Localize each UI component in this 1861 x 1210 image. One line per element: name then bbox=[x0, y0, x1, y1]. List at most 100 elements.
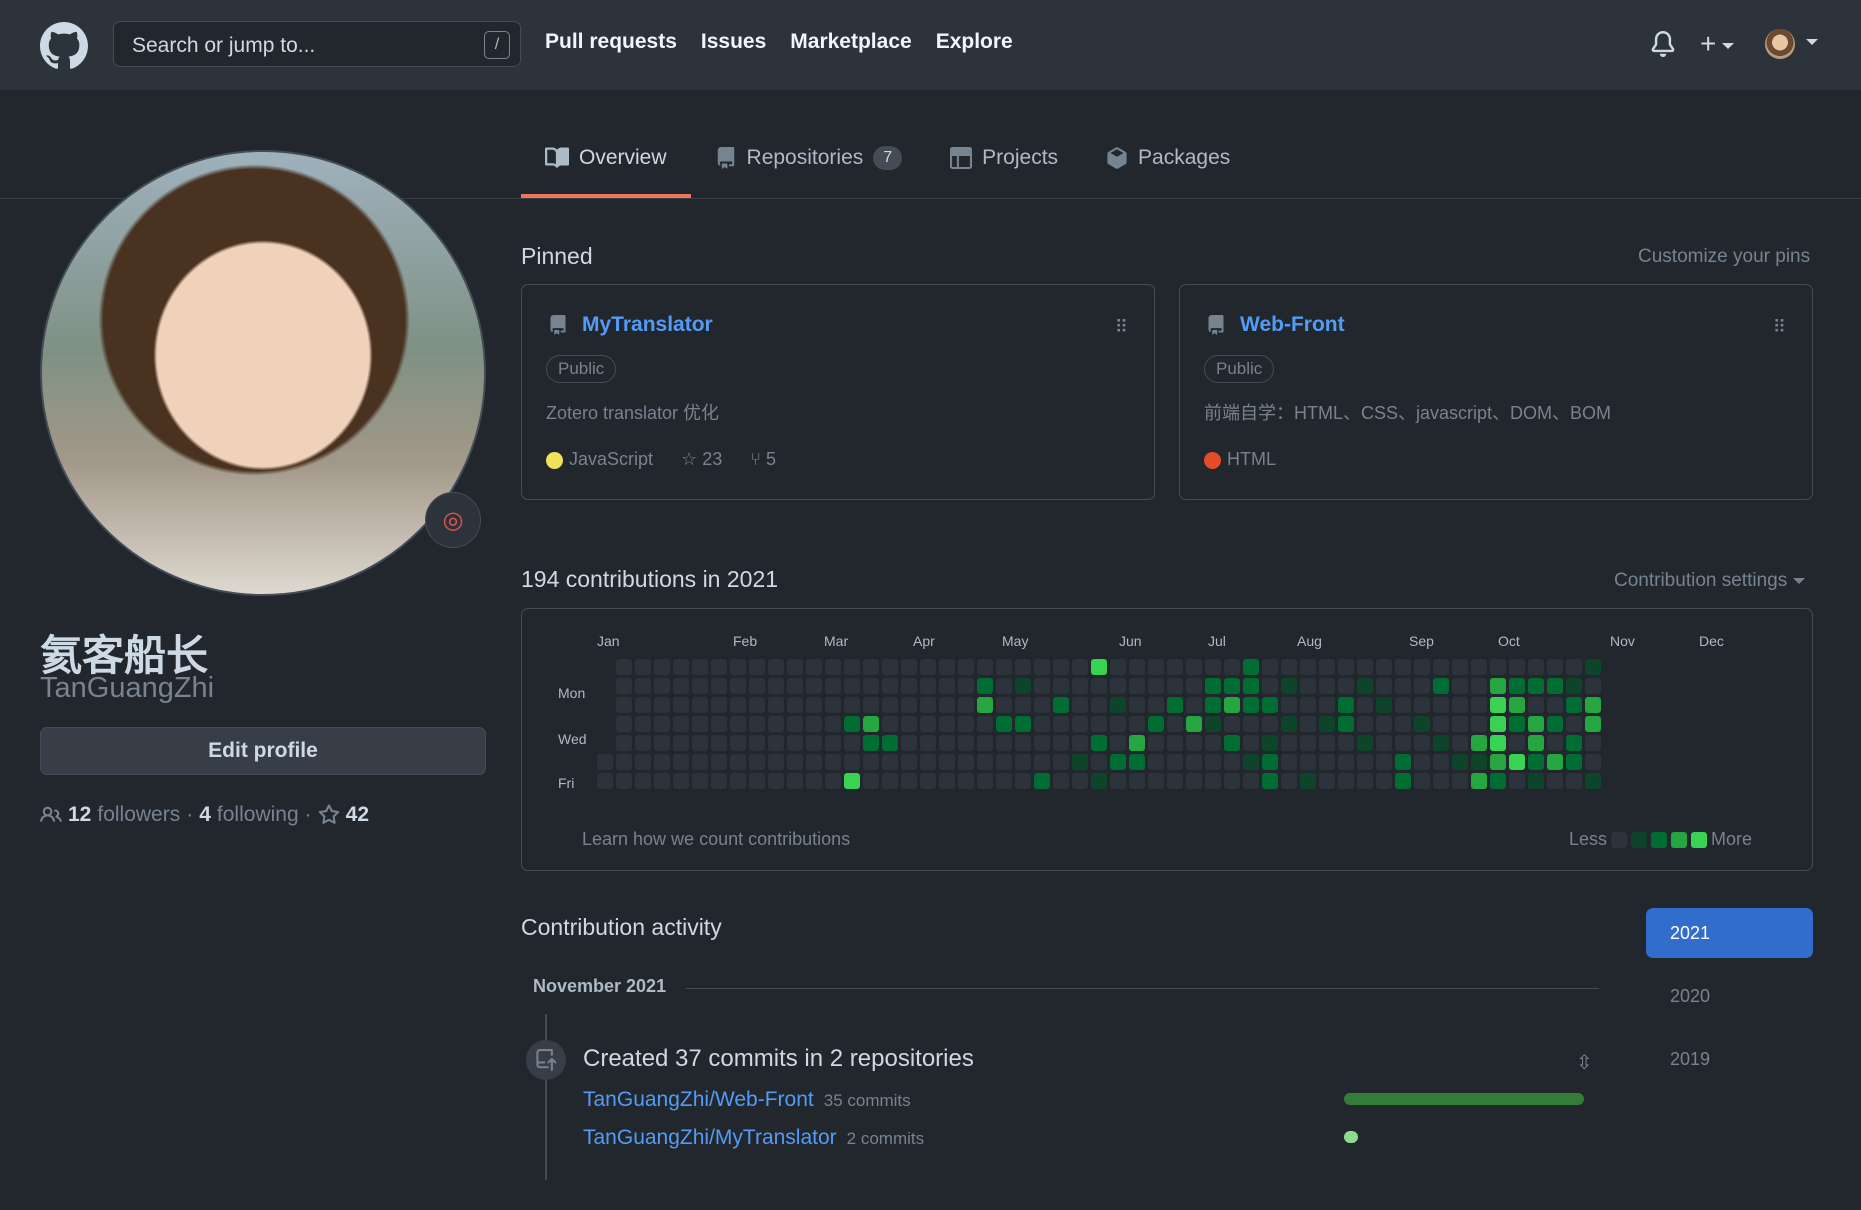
contribution-day[interactable] bbox=[1243, 716, 1259, 732]
contribution-day[interactable] bbox=[635, 735, 651, 751]
contribution-day[interactable] bbox=[1129, 716, 1145, 732]
tab-projects[interactable]: Projects bbox=[926, 136, 1082, 198]
contribution-day[interactable] bbox=[1148, 735, 1164, 751]
contribution-day[interactable] bbox=[1471, 716, 1487, 732]
contribution-day[interactable] bbox=[768, 735, 784, 751]
contribution-day[interactable] bbox=[1243, 697, 1259, 713]
contribution-day[interactable] bbox=[711, 754, 727, 770]
contribution-day[interactable] bbox=[1072, 716, 1088, 732]
contribution-day[interactable] bbox=[616, 697, 632, 713]
contribution-settings-menu[interactable]: Contribution settings bbox=[1614, 570, 1806, 592]
contribution-day[interactable] bbox=[635, 773, 651, 789]
contribution-day[interactable] bbox=[1528, 659, 1544, 675]
contribution-day[interactable] bbox=[920, 773, 936, 789]
contribution-day[interactable] bbox=[1034, 678, 1050, 694]
contribution-day[interactable] bbox=[1319, 659, 1335, 675]
profile-avatar[interactable] bbox=[40, 150, 486, 596]
contribution-day[interactable] bbox=[958, 754, 974, 770]
contribution-day[interactable] bbox=[616, 773, 632, 789]
contribution-day[interactable] bbox=[1224, 716, 1240, 732]
contribution-day[interactable] bbox=[1129, 735, 1145, 751]
contribution-day[interactable] bbox=[635, 659, 651, 675]
contribution-day[interactable] bbox=[711, 773, 727, 789]
contribution-day[interactable] bbox=[844, 697, 860, 713]
contribution-day[interactable] bbox=[844, 754, 860, 770]
contribution-day[interactable] bbox=[1395, 716, 1411, 732]
contribution-day[interactable] bbox=[1338, 659, 1354, 675]
contribution-day[interactable] bbox=[1167, 659, 1183, 675]
contribution-day[interactable] bbox=[730, 659, 746, 675]
tab-repositories[interactable]: Repositories 7 bbox=[691, 136, 927, 198]
contribution-day[interactable] bbox=[977, 754, 993, 770]
contribution-day[interactable] bbox=[1300, 773, 1316, 789]
contribution-day[interactable] bbox=[597, 754, 613, 770]
contribution-day[interactable] bbox=[1015, 735, 1031, 751]
contribution-day[interactable] bbox=[654, 716, 670, 732]
contribution-day[interactable] bbox=[920, 735, 936, 751]
contribution-day[interactable] bbox=[654, 754, 670, 770]
contribution-day[interactable] bbox=[1148, 754, 1164, 770]
contribution-day[interactable] bbox=[616, 716, 632, 732]
contribution-day[interactable] bbox=[977, 659, 993, 675]
contribution-day[interactable] bbox=[882, 735, 898, 751]
contribution-day[interactable] bbox=[1433, 735, 1449, 751]
contribution-day[interactable] bbox=[1585, 697, 1601, 713]
contribution-day[interactable] bbox=[673, 735, 689, 751]
contribution-day[interactable] bbox=[1129, 773, 1145, 789]
contribution-day[interactable] bbox=[806, 735, 822, 751]
contribution-day[interactable] bbox=[863, 678, 879, 694]
contribution-day[interactable] bbox=[787, 659, 803, 675]
contribution-day[interactable] bbox=[1509, 735, 1525, 751]
contribution-day[interactable] bbox=[901, 735, 917, 751]
contribution-day[interactable] bbox=[1186, 659, 1202, 675]
contribution-day[interactable] bbox=[1300, 678, 1316, 694]
contribution-day[interactable] bbox=[1414, 754, 1430, 770]
contribution-day[interactable] bbox=[654, 735, 670, 751]
contribution-day[interactable] bbox=[1376, 773, 1392, 789]
contribution-day[interactable] bbox=[1091, 735, 1107, 751]
edit-profile-button[interactable]: Edit profile bbox=[40, 727, 486, 775]
contribution-day[interactable] bbox=[939, 678, 955, 694]
contribution-day[interactable] bbox=[825, 735, 841, 751]
contribution-day[interactable] bbox=[1243, 659, 1259, 675]
contribution-day[interactable] bbox=[1186, 754, 1202, 770]
contribution-day[interactable] bbox=[1167, 754, 1183, 770]
contribution-day[interactable] bbox=[1186, 773, 1202, 789]
contribution-day[interactable] bbox=[977, 678, 993, 694]
contribution-day[interactable] bbox=[1167, 697, 1183, 713]
contribution-day[interactable] bbox=[1490, 773, 1506, 789]
contribution-day[interactable] bbox=[1034, 659, 1050, 675]
contribution-day[interactable] bbox=[1243, 735, 1259, 751]
contribution-day[interactable] bbox=[1110, 735, 1126, 751]
contribution-day[interactable] bbox=[1395, 735, 1411, 751]
nav-marketplace[interactable]: Marketplace bbox=[790, 30, 911, 54]
contribution-day[interactable] bbox=[1262, 697, 1278, 713]
contribution-day[interactable] bbox=[825, 659, 841, 675]
contribution-day[interactable] bbox=[1186, 697, 1202, 713]
status-emoji-button[interactable]: ◎ bbox=[425, 492, 481, 548]
year-2020[interactable]: 2020 bbox=[1646, 971, 1813, 1021]
contribution-day[interactable] bbox=[1281, 678, 1297, 694]
contribution-day[interactable] bbox=[863, 659, 879, 675]
contribution-day[interactable] bbox=[920, 754, 936, 770]
contribution-day[interactable] bbox=[996, 678, 1012, 694]
contribution-day[interactable] bbox=[825, 678, 841, 694]
contribution-day[interactable] bbox=[1034, 697, 1050, 713]
contribution-day[interactable] bbox=[1053, 735, 1069, 751]
stars-count[interactable]: 42 bbox=[346, 803, 369, 827]
contribution-day[interactable] bbox=[1015, 716, 1031, 732]
contribution-day[interactable] bbox=[635, 716, 651, 732]
contribution-day[interactable] bbox=[958, 735, 974, 751]
fold-icon[interactable]: ⇳ bbox=[1576, 1050, 1593, 1075]
contribution-day[interactable] bbox=[1167, 773, 1183, 789]
contribution-day[interactable] bbox=[1471, 735, 1487, 751]
contribution-day[interactable] bbox=[1015, 678, 1031, 694]
contribution-day[interactable] bbox=[1338, 754, 1354, 770]
contribution-day[interactable] bbox=[1015, 697, 1031, 713]
contribution-day[interactable] bbox=[1129, 697, 1145, 713]
contribution-day[interactable] bbox=[1490, 678, 1506, 694]
contribution-day[interactable] bbox=[863, 697, 879, 713]
contribution-day[interactable] bbox=[1452, 754, 1468, 770]
pinned-repo-name[interactable]: MyTranslator bbox=[582, 313, 713, 337]
contribution-day[interactable] bbox=[768, 773, 784, 789]
